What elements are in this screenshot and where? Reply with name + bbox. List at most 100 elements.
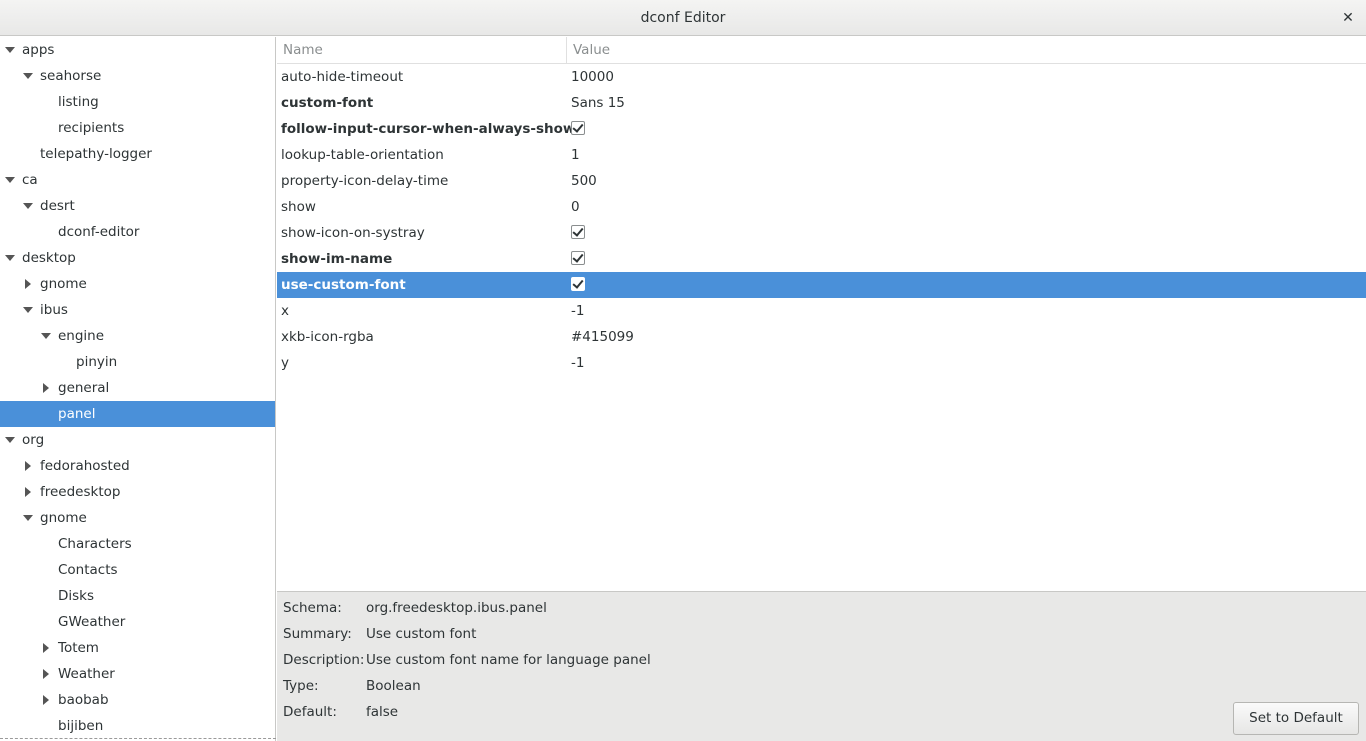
column-header-value[interactable]: Value xyxy=(573,37,610,63)
key-value[interactable]: 1 xyxy=(571,142,580,168)
tree-item-gweather[interactable]: GWeather xyxy=(0,609,275,635)
tree-item-ca[interactable]: ca xyxy=(0,167,275,193)
expander-closed-icon[interactable] xyxy=(40,375,52,401)
expander-closed-icon[interactable] xyxy=(40,635,52,661)
tree-item-freedesktop[interactable]: freedesktop xyxy=(0,479,275,505)
tree-item-characters[interactable]: Characters xyxy=(0,531,275,557)
detail-summary-label: Summary: xyxy=(283,626,352,642)
tree-item-contacts[interactable]: Contacts xyxy=(0,557,275,583)
keys-list-header: Name Value xyxy=(277,37,1366,64)
tree-item-label: recipients xyxy=(58,120,125,136)
key-row-show-im-name[interactable]: show-im-name xyxy=(277,246,1366,272)
tree-item-desktop[interactable]: desktop xyxy=(0,245,275,271)
tree-item-panel[interactable]: panel xyxy=(0,401,275,427)
key-row-show-icon-on-systray[interactable]: show-icon-on-systray xyxy=(277,220,1366,246)
key-row-x[interactable]: x -1 xyxy=(277,298,1366,324)
tree-item-label: dconf-editor xyxy=(58,224,140,240)
key-row-use-custom-font[interactable]: use-custom-font xyxy=(277,272,1366,298)
tree-item-engine[interactable]: engine xyxy=(0,323,275,349)
key-row-follow-input-cursor-when-always-shown[interactable]: follow-input-cursor-when-always-shown xyxy=(277,116,1366,142)
tree-item-general[interactable]: general xyxy=(0,375,275,401)
window-title: dconf Editor xyxy=(640,10,726,26)
key-row-custom-font[interactable]: custom-font Sans 15 xyxy=(277,90,1366,116)
key-value-checkbox[interactable] xyxy=(571,225,585,239)
expander-open-icon[interactable] xyxy=(4,245,16,271)
keys-list[interactable]: Name Value auto-hide-timeout 10000 custom-… xyxy=(277,37,1366,591)
tree-item-telepathy-logger[interactable]: telepathy-logger xyxy=(0,141,275,167)
tree-item-label: Totem xyxy=(58,640,99,656)
key-value[interactable]: -1 xyxy=(571,298,584,324)
key-value-checkbox[interactable] xyxy=(571,277,585,291)
tree-item-label: telepathy-logger xyxy=(40,146,152,162)
key-value[interactable]: 500 xyxy=(571,168,597,194)
tree-item-totem[interactable]: Totem xyxy=(0,635,275,661)
tree-item-label: Weather xyxy=(58,666,115,682)
tree-item-seahorse[interactable]: seahorse xyxy=(0,63,275,89)
key-name: custom-font xyxy=(281,95,374,111)
key-row-lookup-table-orientation[interactable]: lookup-table-orientation 1 xyxy=(277,142,1366,168)
expander-open-icon[interactable] xyxy=(4,37,16,63)
expander-closed-icon[interactable] xyxy=(22,453,34,479)
keys-list-body: auto-hide-timeout 10000 custom-font Sans 15… xyxy=(277,64,1366,376)
tree-item-label: apps xyxy=(22,42,55,58)
expander-open-icon[interactable] xyxy=(22,63,34,89)
close-icon[interactable]: ✕ xyxy=(1338,8,1358,28)
schema-tree[interactable]: apps seahorse listing recipients telepathy-l… xyxy=(0,37,276,741)
expander-closed-icon[interactable] xyxy=(40,661,52,687)
tree-item-label: ca xyxy=(22,172,38,188)
expander-open-icon[interactable] xyxy=(4,427,16,453)
expander-closed-icon[interactable] xyxy=(22,479,34,505)
key-value[interactable]: Sans 15 xyxy=(571,90,625,116)
tree-item-dconf-editor[interactable]: dconf-editor xyxy=(0,219,275,245)
key-name: xkb-icon-rgba xyxy=(281,329,374,345)
key-name: auto-hide-timeout xyxy=(281,69,404,85)
tree-item-apps[interactable]: apps xyxy=(0,37,275,63)
key-details-panel: Schema: org.freedesktop.ibus.panel Summa… xyxy=(277,591,1366,741)
tree-item-pinyin[interactable]: pinyin xyxy=(0,349,275,375)
expander-open-icon[interactable] xyxy=(22,297,34,323)
key-name: show-icon-on-systray xyxy=(281,225,425,241)
expander-open-icon[interactable] xyxy=(22,193,34,219)
set-to-default-button[interactable]: Set to Default xyxy=(1233,702,1359,735)
key-value-checkbox[interactable] xyxy=(571,251,585,265)
expander-closed-icon[interactable] xyxy=(40,687,52,713)
key-row-xkb-icon-rgba[interactable]: xkb-icon-rgba #415099 xyxy=(277,324,1366,350)
key-name: lookup-table-orientation xyxy=(281,147,444,163)
tree-item-baobab[interactable]: baobab xyxy=(0,687,275,713)
column-header-name[interactable]: Name xyxy=(283,37,323,63)
tree-item-fedorahosted[interactable]: fedorahosted xyxy=(0,453,275,479)
detail-default-label: Default: xyxy=(283,704,337,720)
key-row-y[interactable]: y -1 xyxy=(277,350,1366,376)
tree-item-gnome[interactable]: gnome xyxy=(0,505,275,531)
detail-default-value: false xyxy=(366,704,399,720)
tree-item-ibus[interactable]: ibus xyxy=(0,297,275,323)
key-row-property-icon-delay-time[interactable]: property-icon-delay-time 500 xyxy=(277,168,1366,194)
expander-open-icon[interactable] xyxy=(22,505,34,531)
tree-item-org[interactable]: org xyxy=(0,427,275,453)
tree-item-weather[interactable]: Weather xyxy=(0,661,275,687)
key-value[interactable]: 10000 xyxy=(571,64,614,90)
tree-item-label: Characters xyxy=(58,536,132,552)
tree-item-desrt[interactable]: desrt xyxy=(0,193,275,219)
tree-item-bijiben[interactable]: bijiben xyxy=(0,713,275,739)
tree-item-gnome[interactable]: gnome xyxy=(0,271,275,297)
tree-item-listing[interactable]: listing xyxy=(0,89,275,115)
key-value[interactable]: -1 xyxy=(571,350,584,376)
tree-item-disks[interactable]: Disks xyxy=(0,583,275,609)
key-name: follow-input-cursor-when-always-shown xyxy=(281,121,585,137)
tree-item-label: gnome xyxy=(40,510,87,526)
expander-closed-icon[interactable] xyxy=(22,271,34,297)
tree-item-label: ibus xyxy=(40,302,68,318)
key-value-checkbox[interactable] xyxy=(571,121,585,135)
key-value[interactable]: 0 xyxy=(571,194,580,220)
key-row-show[interactable]: show 0 xyxy=(277,194,1366,220)
column-separator xyxy=(566,37,567,63)
key-name: y xyxy=(281,355,289,371)
tree-item-label: gnome xyxy=(40,276,87,292)
key-row-auto-hide-timeout[interactable]: auto-hide-timeout 10000 xyxy=(277,64,1366,90)
expander-open-icon[interactable] xyxy=(40,323,52,349)
key-value[interactable]: #415099 xyxy=(571,324,634,350)
tree-item-recipients[interactable]: recipients xyxy=(0,115,275,141)
expander-open-icon[interactable] xyxy=(4,167,16,193)
key-name: property-icon-delay-time xyxy=(281,173,449,189)
